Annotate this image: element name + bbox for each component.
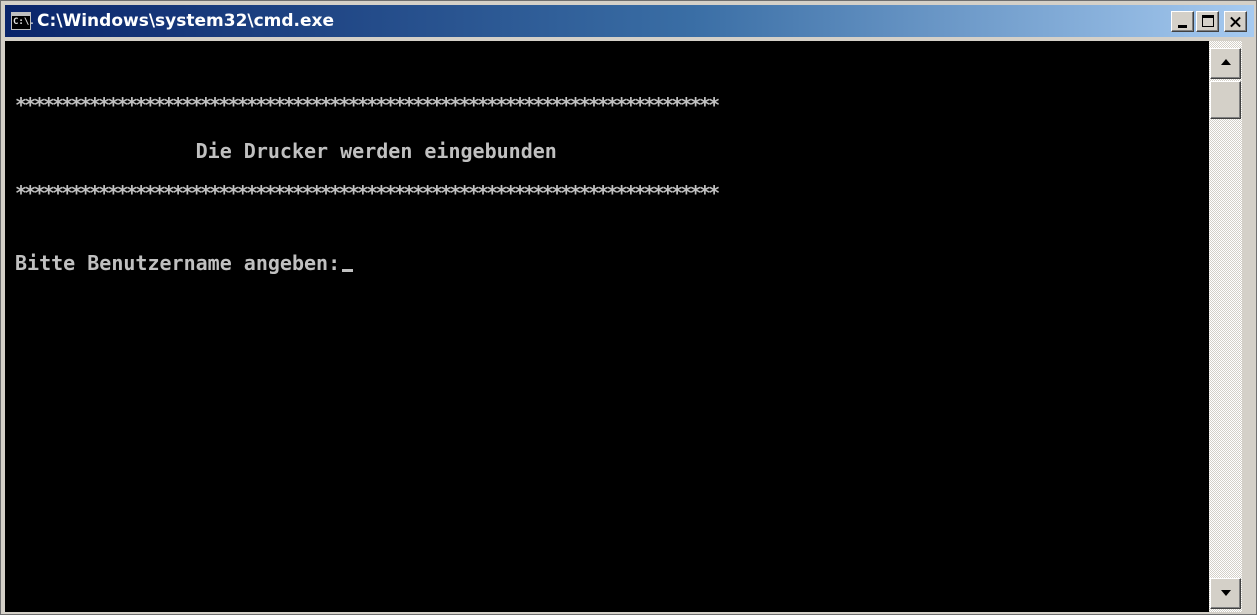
scroll-up-button[interactable] [1210, 48, 1241, 79]
prompt-text: Bitte Benutzername angeben: [15, 251, 341, 275]
console-output[interactable]: ****************************************… [5, 41, 1209, 612]
close-button[interactable] [1224, 11, 1247, 32]
prompt-line: Bitte Benutzername angeben: [15, 251, 354, 275]
separator-line: ****************************************… [15, 93, 720, 117]
vertical-scrollbar[interactable] [1209, 41, 1242, 612]
icon-bar [12, 13, 30, 16]
cmd-icon[interactable]: C:\. [11, 12, 35, 30]
cmd-window: C:\. C:\Windows\system32\cmd.exe *******… [0, 0, 1257, 615]
minimize-button[interactable] [1171, 11, 1194, 32]
maximize-button[interactable] [1196, 11, 1219, 32]
heading-line: Die Drucker werden eingebunden [15, 139, 557, 163]
separator-line: ****************************************… [15, 181, 720, 205]
window-title: C:\Windows\system32\cmd.exe [37, 11, 335, 31]
scroll-thumb[interactable] [1210, 81, 1241, 119]
scroll-down-button[interactable] [1210, 578, 1241, 609]
text-cursor [342, 269, 354, 272]
icon-text: C:\. [13, 17, 35, 27]
title-bar[interactable]: C:\. C:\Windows\system32\cmd.exe [5, 5, 1254, 37]
